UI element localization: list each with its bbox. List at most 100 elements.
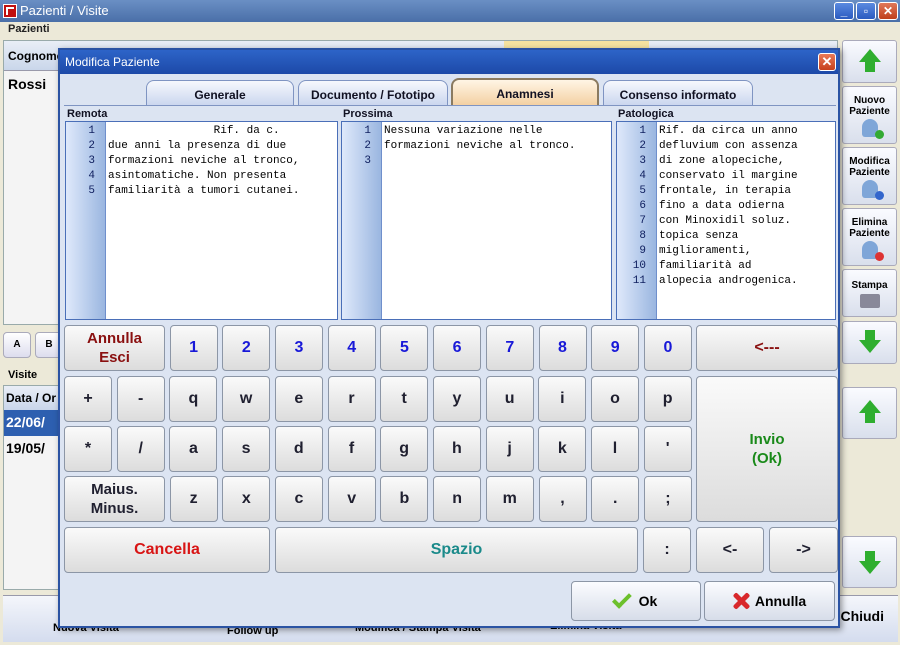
cancel-button[interactable]: Annulla (704, 581, 835, 621)
key-r4-3[interactable]: v (327, 476, 376, 522)
key-r2-9[interactable]: i (538, 376, 587, 422)
arrow-stem (864, 330, 875, 340)
cancel-label: Cancella (134, 541, 200, 558)
colon-key[interactable]: : (643, 527, 691, 573)
key-r2-8[interactable]: u (485, 376, 534, 422)
close-window-button[interactable]: ✕ (878, 2, 898, 20)
backspace-key[interactable]: <--- (696, 325, 838, 371)
key-num-6[interactable]: 7 (485, 325, 534, 371)
cursor-left-key[interactable]: <- (696, 527, 764, 573)
visits-scroll-down-button[interactable] (842, 536, 897, 588)
prossima-textarea[interactable]: 1 2 3 Nessuna variazione nelle formazioni n… (341, 121, 612, 320)
prossima-label: Prossima (343, 108, 393, 120)
key-r2-4[interactable]: e (274, 376, 323, 422)
key-r2-2[interactable]: q (169, 376, 218, 422)
enter-label: Invio (Ok) (749, 431, 785, 467)
key-r3-9[interactable]: k (538, 426, 587, 472)
line-number: 6 (639, 200, 646, 212)
key-r4-2[interactable]: c (275, 476, 323, 522)
key-r3-4[interactable]: d (274, 426, 323, 472)
key-r4-4[interactable]: b (380, 476, 429, 522)
key-r3-6[interactable]: g (380, 426, 429, 472)
key-r2-11[interactable]: p (643, 376, 692, 422)
alpha-button-a[interactable]: A (3, 332, 31, 358)
key-num-8[interactable]: 9 (591, 325, 640, 371)
scroll-down-button[interactable] (842, 321, 897, 364)
section-prossima: Prossima 1 2 3 Nessuna variazione nelle for… (341, 108, 612, 320)
visits-scroll-up-button[interactable] (842, 387, 897, 439)
dialog-close-button[interactable]: ✕ (818, 53, 836, 71)
key-r2-5[interactable]: r (327, 376, 376, 422)
patologica-textarea[interactable]: 1 2 3 4 5 6 7 8 9 10 11 Rif. da circa un anno deflu… (616, 121, 836, 320)
text-line: Rif. da circa un anno (659, 125, 798, 137)
key-r3-2[interactable]: a (169, 426, 218, 472)
key-r2-1[interactable]: - (116, 376, 165, 422)
key-r3-5[interactable]: f (327, 426, 376, 472)
shift-label: Maius. Minus. (90, 481, 139, 517)
key-r4-0[interactable]: z (169, 476, 218, 522)
new-patient-button[interactable]: Nuovo Paziente (842, 86, 897, 144)
key-r3-11[interactable]: ' (643, 426, 692, 472)
arrow-stem (864, 413, 875, 423)
key-num-1[interactable]: 2 (222, 325, 271, 371)
enter-key[interactable]: Invio (Ok) (696, 376, 838, 522)
key-r2-3[interactable]: w (222, 376, 271, 422)
print-button[interactable]: Stampa (842, 269, 897, 317)
tab-anamnesi[interactable]: Anamnesi (451, 78, 599, 106)
key-num-3[interactable]: 4 (327, 325, 376, 371)
key-r2-0[interactable]: + (64, 376, 112, 422)
remota-textarea[interactable]: 1 2 3 4 5 Rif. da c. due anni la presenza di … (65, 121, 338, 320)
key-r4-6[interactable]: m (485, 476, 534, 522)
key-r2-10[interactable]: o (591, 376, 639, 422)
edit-patient-dialog: Modifica Paziente ✕ Generale Documento /… (58, 48, 840, 628)
key-r3-1[interactable]: / (116, 426, 165, 472)
key-r4-7[interactable]: , (538, 476, 587, 522)
cancel-key[interactable]: Cancella (64, 527, 270, 573)
key-r3-3[interactable]: s (222, 426, 271, 472)
patient-row[interactable]: Rossi (8, 76, 46, 92)
key-num-7[interactable]: 8 (538, 325, 587, 371)
key-r4-9[interactable]: ; (643, 476, 692, 522)
edit-patient-button[interactable]: Modifica Paziente (842, 147, 897, 205)
key-r4-1[interactable]: x (222, 476, 271, 522)
cursor-right-key[interactable]: -> (769, 527, 838, 573)
key-num-4[interactable]: 5 (380, 325, 429, 371)
window-controls: _ ▫ ✕ (834, 2, 898, 20)
shift-key[interactable]: Maius. Minus. (64, 476, 165, 522)
tab-divider (64, 105, 836, 106)
line-number: 2 (639, 140, 646, 152)
delete-patient-button[interactable]: Elimina Paziente (842, 208, 897, 266)
key-r2-6[interactable]: t (380, 376, 429, 422)
text-line: alopecia androgenica. (659, 275, 798, 287)
ok-button[interactable]: Ok (571, 581, 701, 621)
key-num-0[interactable]: 1 (169, 325, 218, 371)
key-r3-0[interactable]: * (64, 426, 112, 472)
key-r4-5[interactable]: n (433, 476, 482, 522)
key-r3-8[interactable]: j (485, 426, 534, 472)
tab-documento-fototipo[interactable]: Documento / Fototipo (298, 80, 448, 106)
tab-consenso-informato[interactable]: Consenso informato (603, 80, 753, 106)
cancel-label: Annulla (754, 593, 807, 609)
scroll-up-button[interactable] (842, 40, 897, 83)
key-num-5[interactable]: 6 (433, 325, 482, 371)
key-r4-8[interactable]: . (591, 476, 640, 522)
key-num-2[interactable]: 3 (275, 325, 323, 371)
space-key[interactable]: Spazio (275, 527, 638, 573)
minimize-button[interactable]: _ (834, 2, 854, 20)
column-cognome[interactable]: Cognome (8, 49, 63, 63)
text-line: formazioni neviche al tronco. (384, 140, 576, 152)
key-r2-7[interactable]: y (432, 376, 481, 422)
arrow-stem (864, 62, 875, 72)
key-r3-10[interactable]: l (591, 426, 639, 472)
maximize-button[interactable]: ▫ (856, 2, 876, 20)
tab-generale[interactable]: Generale (146, 80, 294, 106)
annulla-esci-key[interactable]: Annulla Esci (64, 325, 165, 371)
line-number: 9 (639, 245, 646, 257)
key-r3-7[interactable]: h (432, 426, 481, 472)
text-line: topica senza (659, 230, 739, 242)
line-number: 4 (88, 170, 95, 182)
onscreen-keyboard: Annulla Esci 1234567890 <--- + - q w e r t y u i o… (64, 325, 838, 575)
key-num-9[interactable]: 0 (643, 325, 692, 371)
close-button[interactable]: Chiudi (840, 608, 884, 624)
line-number: 3 (88, 155, 95, 167)
